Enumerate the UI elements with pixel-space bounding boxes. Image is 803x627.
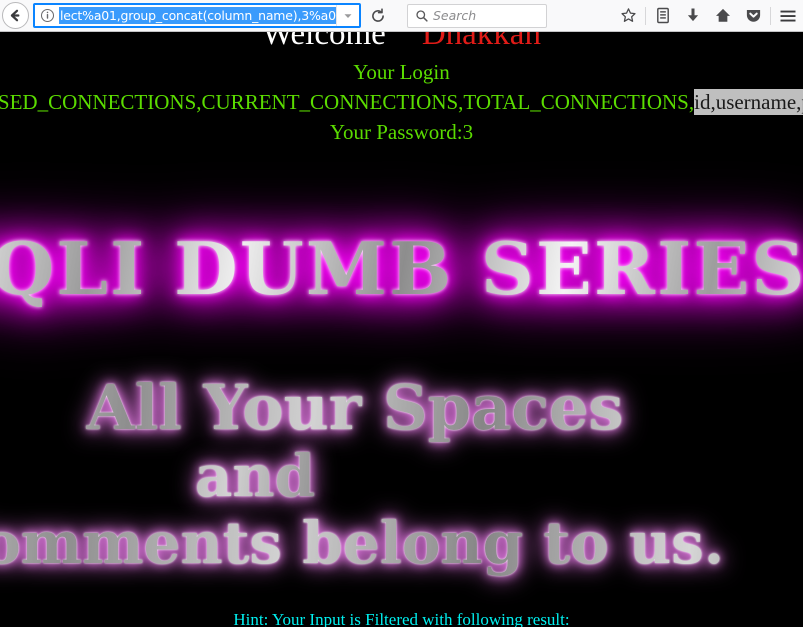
hint-title: Hint: Your Input is Filtered with follow…: [233, 610, 570, 627]
reload-button[interactable]: [363, 3, 393, 28]
back-button-circle: [1, 2, 29, 29]
reload-icon: [372, 7, 384, 22]
toolbar-icon-group: [613, 0, 803, 31]
welcome-word: Welcome: [262, 32, 386, 52]
back-arrow-icon: [10, 9, 19, 22]
page-content: Welcome Dhakkan Your Login MAX_USED_CONNE…: [0, 32, 803, 627]
toolbar-divider-2: [770, 6, 771, 25]
connections-prefix: MAX_USED_CONNECTIONS,CURRENT_CONNECTIONS…: [0, 90, 695, 114]
browser-toolbar: lect%a01,group_concat(column_name),3%a0f…: [0, 0, 803, 32]
search-box[interactable]: Search: [407, 3, 547, 28]
welcome-heading: Welcome Dhakkan: [0, 32, 803, 52]
your-login-label: Your Login: [353, 60, 450, 84]
sqli-dumb-series-banner: SQLI DUMB SERIES-: [0, 217, 803, 321]
connections-selected-text: id,username,password: [694, 89, 803, 115]
downloads-icon[interactable]: [678, 1, 708, 31]
banner-line-comments: Comments belong to us.: [0, 504, 800, 582]
pocket-icon[interactable]: [738, 1, 768, 31]
url-bar[interactable]: lect%a01,group_concat(column_name),3%a0f…: [33, 3, 361, 28]
toolbar-divider: [645, 6, 646, 25]
your-password-label: Your Password:3: [329, 120, 474, 144]
search-icon: [416, 9, 428, 22]
info-icon[interactable]: [35, 8, 59, 23]
home-icon[interactable]: [708, 1, 738, 31]
url-input-text[interactable]: lect%a01,group_concat(column_name),3%a0f…: [59, 7, 336, 24]
menu-icon[interactable]: [773, 1, 803, 31]
connections-result-line: MAX_USED_CONNECTIONS,CURRENT_CONNECTIONS…: [0, 89, 803, 115]
back-button[interactable]: [0, 1, 30, 31]
bookmark-star-icon[interactable]: [613, 1, 643, 31]
search-placeholder: Search: [433, 8, 477, 23]
library-icon[interactable]: [648, 1, 678, 31]
chevron-down-icon[interactable]: [336, 5, 359, 26]
welcome-name: Dhakkan: [421, 32, 541, 52]
